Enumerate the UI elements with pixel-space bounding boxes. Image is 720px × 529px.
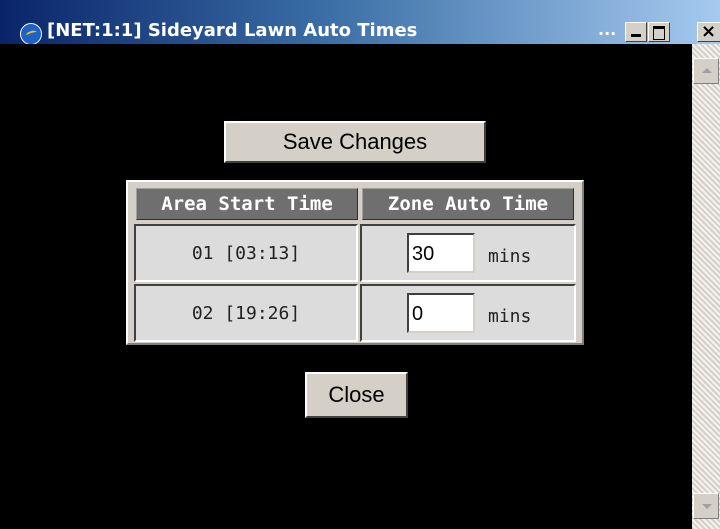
close-icon[interactable]: ×: [697, 21, 720, 42]
unit-label: mins: [488, 306, 532, 327]
internet-explorer-icon: [20, 23, 42, 45]
zone-auto-time-input[interactable]: [407, 293, 475, 333]
scroll-up-arrow-icon[interactable]: [693, 58, 719, 84]
minimize-icon[interactable]: [625, 22, 647, 42]
vertical-scrollbar[interactable]: [692, 44, 720, 529]
popup-window: [NET:1:1] Sideyard Lawn Auto Times ... ×…: [0, 0, 720, 529]
title-ellipsis: ...: [598, 20, 617, 39]
unit-label: mins: [488, 246, 532, 267]
zone-auto-time-input[interactable]: [407, 233, 475, 273]
save-changes-button[interactable]: Save Changes: [224, 121, 486, 163]
title-bar[interactable]: [NET:1:1] Sideyard Lawn Auto Times ... ×: [0, 0, 720, 45]
maximize-icon[interactable]: [648, 22, 670, 42]
auto-times-table: Area Start Time Zone Auto Time 01 [03:13…: [126, 180, 584, 345]
zone-auto-time-cell: mins: [360, 224, 576, 282]
area-start-time-cell: 02 [19:26]: [134, 284, 358, 342]
header-area-start-time: Area Start Time: [136, 188, 358, 220]
close-button[interactable]: Close: [305, 372, 408, 418]
zone-auto-time-cell: mins: [360, 284, 576, 342]
header-zone-auto-time: Zone Auto Time: [362, 188, 574, 220]
close-glyph: ×: [701, 21, 717, 42]
window-title: [NET:1:1] Sideyard Lawn Auto Times: [47, 20, 418, 41]
scroll-down-arrow-icon[interactable]: [693, 493, 719, 519]
area-start-time-cell: 01 [03:13]: [134, 224, 358, 282]
content-area: Save Changes Area Start Time Zone Auto T…: [0, 44, 692, 529]
